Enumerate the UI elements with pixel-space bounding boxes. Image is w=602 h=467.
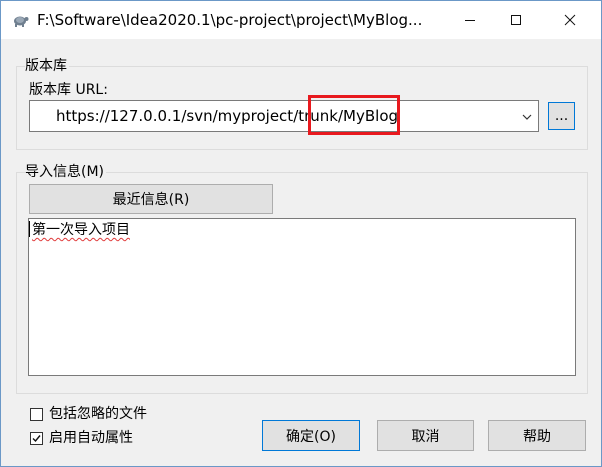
chevron-down-icon[interactable] xyxy=(520,109,534,123)
import-dialog: F:\Software\Idea2020.1\pc-project\projec… xyxy=(0,0,602,467)
text-caret xyxy=(29,221,30,237)
repository-url-label: 版本库 URL: xyxy=(29,82,108,98)
recent-messages-button[interactable]: 最近信息(R) xyxy=(29,184,273,214)
include-ignored-label[interactable]: 包括忽略的文件 xyxy=(49,405,147,423)
close-button[interactable] xyxy=(539,1,601,39)
annotation-highlight-box xyxy=(308,95,400,135)
help-button[interactable]: 帮助 xyxy=(488,420,586,451)
maximize-button[interactable] xyxy=(493,1,539,39)
tortoise-app-icon xyxy=(10,10,30,30)
window-title: F:\Software\Idea2020.1\pc-project\projec… xyxy=(37,11,423,29)
repository-url-combobox[interactable]: https://127.0.0.1/svn/myproject/trunk/My… xyxy=(29,100,539,132)
minimize-icon xyxy=(465,20,475,21)
import-message-text: 第一次导入项目 xyxy=(32,222,130,238)
checkmark-icon xyxy=(32,435,41,443)
import-message-textarea[interactable]: 第一次导入项目 xyxy=(28,218,576,376)
ok-button[interactable]: 确定(O) xyxy=(262,420,360,451)
maximize-icon xyxy=(511,15,521,25)
close-icon xyxy=(564,14,576,26)
import-message-group-label: 导入信息(M) xyxy=(25,163,107,181)
cancel-button[interactable]: 取消 xyxy=(377,420,474,451)
repository-group-label: 版本库 xyxy=(25,57,69,75)
browse-repository-button[interactable]: ... xyxy=(548,102,575,130)
title-bar: F:\Software\Idea2020.1\pc-project\projec… xyxy=(1,1,601,39)
auto-props-label[interactable]: 启用自动属性 xyxy=(49,429,133,447)
minimize-button[interactable] xyxy=(447,1,493,39)
include-ignored-checkbox[interactable] xyxy=(30,408,43,421)
auto-props-checkbox[interactable] xyxy=(30,432,43,445)
